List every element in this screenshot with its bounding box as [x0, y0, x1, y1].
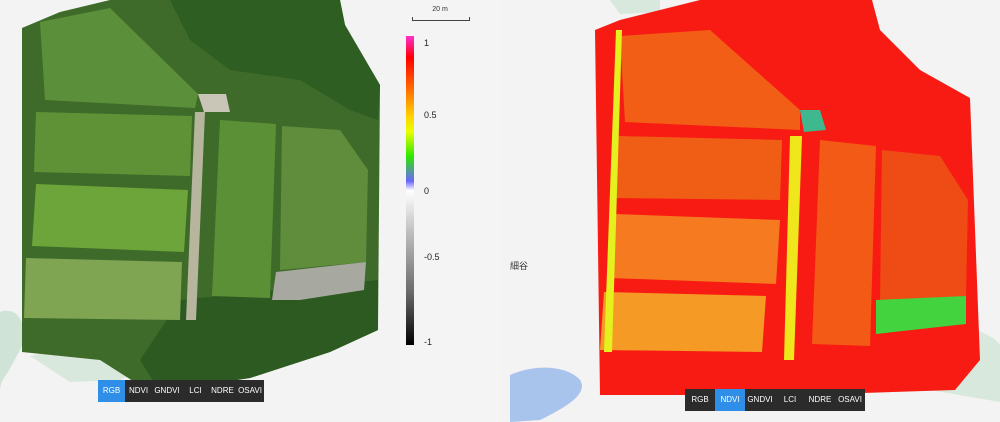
- right-index-toolbar: RGB NDVI GNDVI LCI NDRE OSAVI: [685, 389, 865, 411]
- left-ndre-button[interactable]: NDRE: [209, 380, 236, 402]
- left-osavi-button[interactable]: OSAVI: [236, 380, 264, 402]
- colorbar-tick-1: 1: [424, 38, 430, 48]
- rgb-orthomosaic: [0, 0, 380, 392]
- location-label: 細谷: [510, 261, 529, 271]
- left-rgb-button[interactable]: RGB: [98, 380, 125, 402]
- left-index-toolbar: RGB NDVI GNDVI LCI NDRE OSAVI: [98, 380, 264, 402]
- rgb-map-panel[interactable]: [0, 0, 400, 422]
- left-gndvi-button[interactable]: GNDVI: [152, 380, 182, 402]
- scale-bar: [412, 17, 470, 21]
- colorbar-tick-0: 0: [424, 186, 430, 196]
- right-ndre-button[interactable]: NDRE: [805, 389, 835, 411]
- left-ndvi-button[interactable]: NDVI: [125, 380, 152, 402]
- colorbar-tick-neg-0-5: -0.5: [424, 252, 440, 262]
- left-lci-button[interactable]: LCI: [182, 380, 209, 402]
- right-lci-button[interactable]: LCI: [775, 389, 805, 411]
- ndvi-map-panel[interactable]: [500, 0, 1000, 422]
- right-gndvi-button[interactable]: GNDVI: [745, 389, 775, 411]
- scale-label: 20 m: [432, 6, 448, 13]
- right-rgb-button[interactable]: RGB: [685, 389, 715, 411]
- map-scale: 20 m: [408, 6, 472, 21]
- ndvi-colorbar: [406, 36, 414, 345]
- right-osavi-button[interactable]: OSAVI: [835, 389, 865, 411]
- right-ndvi-button[interactable]: NDVI: [715, 389, 745, 411]
- colorbar-tick-neg-1: -1: [424, 337, 433, 347]
- ndvi-orthomosaic: [510, 0, 1000, 422]
- colorbar-tick-0-5: 0.5: [424, 110, 437, 120]
